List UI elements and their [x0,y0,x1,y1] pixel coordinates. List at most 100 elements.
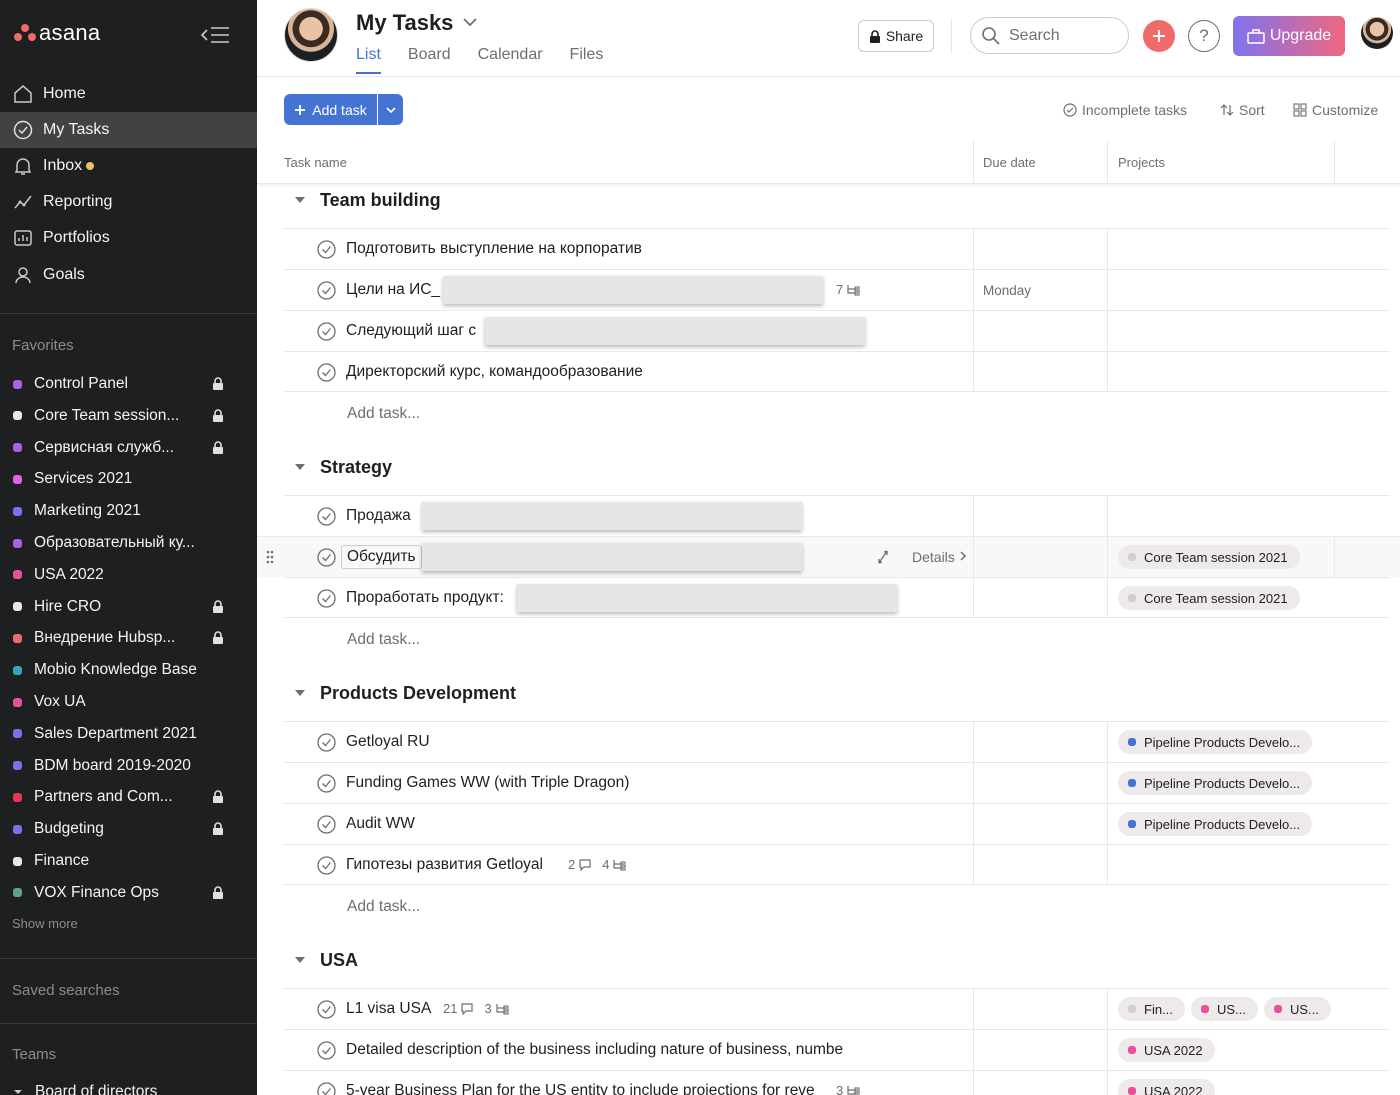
team-item[interactable]: Board of directors [0,1076,257,1095]
column-header-projects[interactable]: Projects [1118,155,1165,170]
complete-task-checkbox-icon[interactable] [317,1000,336,1019]
drag-handle-icon[interactable] [266,550,274,564]
asana-logo[interactable]: asana [14,20,100,46]
complete-task-checkbox-icon[interactable] [317,774,336,793]
favorite-item[interactable]: Сервисная служб... [0,432,257,464]
teams-heading[interactable]: Teams [12,1046,56,1063]
reorder-icon[interactable] [875,549,891,565]
task-row[interactable]: 5-year Business Plan for the US entity t… [284,1070,1390,1095]
task-row[interactable]: Директорский курс, командообразование [284,351,1390,392]
project-pill[interactable]: US... [1191,997,1258,1021]
favorite-item[interactable]: Marketing 2021 [0,495,257,527]
task-name[interactable]: 5-year Business Plan for the US entity t… [346,1082,815,1095]
details-link[interactable]: Details [912,549,967,565]
favorite-item[interactable]: BDM board 2019-2020 [0,750,257,782]
customize-button[interactable]: Customize [1293,102,1378,118]
task-row[interactable]: Обсудить Details Core Team session 2021 [257,536,1400,577]
task-row[interactable]: Getloyal RU Pipeline Products Develo... [284,721,1390,762]
favorite-item[interactable]: VOX Finance Ops [0,877,257,909]
project-pill[interactable]: Pipeline Products Develo... [1118,730,1313,754]
task-name[interactable]: L1 visa USA [346,1000,431,1018]
complete-task-checkbox-icon[interactable] [317,507,336,526]
collapse-sidebar-icon[interactable] [200,24,230,46]
task-row[interactable]: Подготовить выступление на корпоратив [284,228,1390,269]
user-avatar[interactable] [1361,17,1393,49]
task-name[interactable]: Audit WW [346,815,415,833]
task-name[interactable]: Detailed description of the business inc… [346,1041,843,1059]
favorite-item[interactable]: USA 2022 [0,559,257,591]
favorite-item[interactable]: Внедрение Hubsp... [0,622,257,654]
favorite-item[interactable]: Core Team session... [0,400,257,432]
quick-add-button[interactable] [1143,20,1175,52]
favorite-item[interactable]: Vox UA [0,686,257,718]
complete-task-checkbox-icon[interactable] [317,363,336,382]
project-pill[interactable]: Core Team session 2021 [1118,545,1300,569]
tab-list[interactable]: List [356,46,381,74]
nav-portfolios[interactable]: Portfolios [0,220,257,256]
project-pill[interactable]: Pipeline Products Develo... [1118,812,1313,836]
task-row[interactable]: Detailed description of the business inc… [284,1029,1390,1070]
task-row[interactable]: Цели на ИС_ 7 Monday [284,269,1390,310]
tab-board[interactable]: Board [408,46,451,74]
complete-task-checkbox-icon[interactable] [317,548,336,567]
favorite-item[interactable]: Budgeting [0,813,257,845]
favorite-item[interactable]: Mobio Knowledge Base [0,654,257,686]
show-more-link[interactable]: Show more [12,916,78,931]
complete-task-checkbox-icon[interactable] [317,815,336,834]
add-task-button[interactable]: Add task [284,94,377,125]
complete-task-checkbox-icon[interactable] [317,240,336,259]
task-name[interactable]: Funding Games WW (with Triple Dragon) [346,774,629,792]
project-pill[interactable]: Core Team session 2021 [1118,586,1300,610]
project-pill[interactable]: USA 2022 [1118,1038,1215,1062]
tab-files[interactable]: Files [570,46,604,74]
task-name[interactable]: Проработать продукт: [346,589,504,607]
task-row[interactable]: Продажа [284,495,1390,536]
task-name[interactable]: Цели на ИС_ [346,281,440,299]
tab-calendar[interactable]: Calendar [478,46,543,74]
nav-my-tasks[interactable]: My Tasks [0,112,257,148]
search-input[interactable]: Search [970,17,1129,54]
add-task-link[interactable]: Add task... [347,631,420,649]
upgrade-button[interactable]: Upgrade [1233,16,1345,56]
help-button[interactable]: ? [1188,20,1220,52]
caret-down-icon[interactable] [294,689,306,697]
add-task-dropdown-button[interactable] [378,94,403,125]
caret-down-icon[interactable] [294,196,306,204]
task-name[interactable]: Подготовить выступление на корпоратив [346,240,642,258]
column-header-task-name[interactable]: Task name [284,155,347,170]
complete-task-checkbox-icon[interactable] [317,322,336,341]
project-pill[interactable]: Fin... [1118,997,1185,1021]
task-row[interactable]: Гипотезы развития Getloyal 2 4 [284,844,1390,885]
add-task-link[interactable]: Add task... [347,405,420,423]
caret-down-icon[interactable] [294,956,306,964]
complete-task-checkbox-icon[interactable] [317,589,336,608]
nav-home[interactable]: Home [0,76,257,112]
column-header-due-date[interactable]: Due date [983,155,1036,170]
favorite-item[interactable]: Hire CRO [0,591,257,623]
share-button[interactable]: Share [858,20,934,52]
due-date[interactable]: Monday [983,283,1031,298]
project-pill[interactable]: Pipeline Products Develo... [1118,771,1313,795]
task-name[interactable]: Getloyal RU [346,733,430,751]
nav-goals[interactable]: Goals [0,257,257,293]
favorite-item[interactable]: Services 2021 [0,463,257,495]
nav-reporting[interactable]: Reporting [0,184,257,220]
task-row[interactable]: L1 visa USA 21 3 Fin... US... US... [284,988,1390,1029]
favorite-item[interactable]: Образовательный ку... [0,527,257,559]
favorite-item[interactable]: Finance [0,845,257,877]
nav-inbox[interactable]: Inbox [0,148,257,184]
complete-task-checkbox-icon[interactable] [317,281,336,300]
task-name[interactable]: Обсудить [341,545,422,569]
complete-task-checkbox-icon[interactable] [317,1082,336,1095]
task-name[interactable]: Продажа [346,507,411,525]
chevron-down-icon[interactable] [461,15,479,29]
task-name[interactable]: Директорский курс, командообразование [346,363,643,381]
task-name[interactable]: Следующий шаг с [346,322,476,340]
complete-task-checkbox-icon[interactable] [317,733,336,752]
favorite-item[interactable]: Sales Department 2021 [0,718,257,750]
complete-task-checkbox-icon[interactable] [317,1041,336,1060]
add-task-link[interactable]: Add task... [347,898,420,916]
task-row[interactable]: Funding Games WW (with Triple Dragon) Pip… [284,762,1390,803]
task-row[interactable]: Audit WW Pipeline Products Develo... [284,803,1390,844]
project-pill[interactable]: US... [1264,997,1331,1021]
